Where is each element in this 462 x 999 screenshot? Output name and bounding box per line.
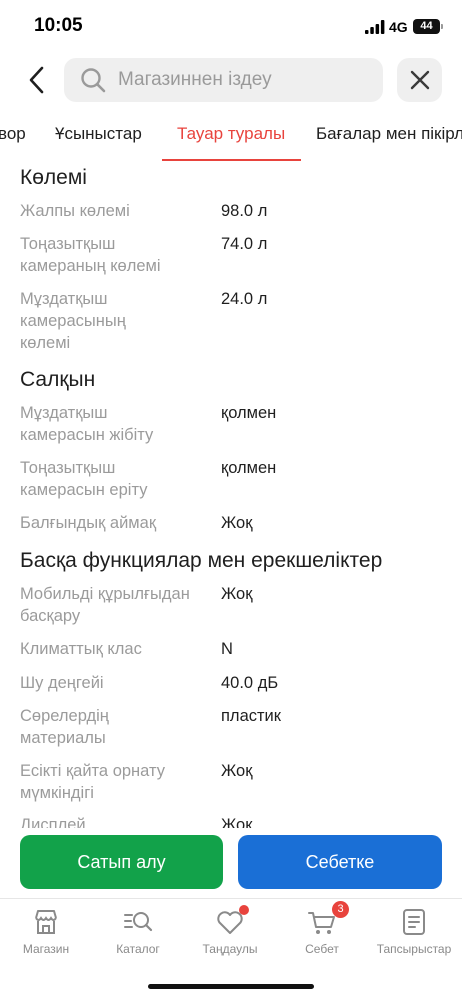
spec-label: Жалпы көлемі: [20, 202, 130, 220]
spec-label: Дисплей: [20, 816, 86, 828]
spec-value: пластик: [221, 707, 281, 725]
tab-ratings-reviews[interactable]: Бағалар мен пікірлер: [316, 124, 462, 144]
orders-icon: [399, 907, 429, 937]
spec-label: Балғындық аймақ: [20, 514, 157, 532]
notification-dot: [239, 905, 249, 915]
nav-label: Себет: [305, 942, 339, 956]
product-tabs: вор Ұсыныстар Тауар туралы Бағалар мен п…: [0, 112, 462, 162]
spec-value: 40.0 дБ: [221, 674, 279, 692]
status-bar: 10:05 4G 44: [0, 0, 462, 54]
spec-label: Тоңазытқыш камераның көлемі: [20, 235, 161, 275]
close-icon: [410, 70, 429, 90]
spec-value: Жоқ: [221, 585, 253, 603]
spec-value: 74.0 л: [221, 235, 268, 253]
cart-icon: 3: [307, 901, 349, 937]
search-box[interactable]: [64, 58, 383, 102]
nav-label: Каталог: [116, 942, 160, 956]
spec-value: Жоқ: [221, 762, 253, 780]
battery-icon: 44: [413, 19, 443, 34]
search-icon: [81, 68, 106, 93]
spec-value: Жоқ: [221, 514, 253, 532]
buy-button[interactable]: Сатып алу: [20, 835, 223, 889]
catalog-search-icon: [123, 907, 153, 937]
nav-label: Таңдаулы: [202, 942, 258, 956]
tab-about-product[interactable]: Тауар туралы: [177, 124, 285, 144]
tab-offers[interactable]: Ұсыныстар: [55, 124, 142, 144]
chevron-left-icon: [29, 66, 44, 94]
spec-label: Тоңазытқыш камерасын еріту: [20, 459, 148, 499]
home-indicator: [148, 984, 314, 989]
battery-level: 44: [420, 20, 433, 32]
nav-item-catalog[interactable]: Каталог: [92, 907, 184, 956]
spec-value: 98.0 л: [221, 202, 268, 220]
tab-reviews-of-prev[interactable]: вор: [0, 124, 26, 144]
section-title-other-features: Басқа функциялар мен ерекшеліктер: [20, 549, 383, 572]
spec-label: Сөрелердің материалы: [20, 707, 109, 747]
spec-label: Мобильді құрылғыдан басқару: [20, 585, 190, 625]
nav-item-cart[interactable]: 3 Себет: [276, 901, 368, 956]
status-time: 10:05: [34, 15, 83, 36]
spec-value: қолмен: [221, 459, 277, 477]
spec-label: Мұздатқыш камерасының көлемі: [20, 290, 126, 352]
active-tab-indicator: [162, 159, 301, 161]
nav-item-shop[interactable]: Магазин: [0, 907, 92, 956]
spec-label: Климаттық клас: [20, 640, 142, 658]
spec-value: N: [221, 640, 233, 658]
spec-value: Жоқ: [221, 816, 253, 828]
cart-count-badge: 3: [332, 901, 349, 918]
add-to-cart-button[interactable]: Себетке: [238, 835, 442, 889]
section-title-volume: Көлемі: [20, 166, 87, 189]
heart-icon: [215, 905, 249, 937]
spec-label: Мұздатқыш камерасын жібіту: [20, 404, 154, 444]
spec-label: Есікті қайта орнату мүмкіндігі: [20, 762, 165, 802]
spec-value: қолмен: [221, 404, 277, 422]
close-search-button[interactable]: [397, 58, 442, 102]
nav-item-favorites[interactable]: Таңдаулы: [184, 905, 276, 956]
nav-item-orders[interactable]: Тапсырыстар: [368, 907, 460, 956]
nav-label: Магазин: [22, 942, 70, 956]
shop-icon: [31, 907, 61, 937]
network-type: 4G: [389, 19, 408, 35]
cellular-signal-icon: [365, 20, 385, 34]
spec-label: Шу деңгейі: [20, 674, 104, 692]
back-button[interactable]: [20, 62, 52, 98]
section-title-cooling: Салқын: [20, 368, 96, 391]
product-specs: Көлемі Жалпы көлемі 98.0 л Тоңазытқыш ка…: [0, 162, 462, 828]
search-input[interactable]: [118, 69, 368, 91]
nav-label: Тапсырыстар: [376, 942, 452, 956]
spec-value: 24.0 л: [221, 290, 268, 308]
